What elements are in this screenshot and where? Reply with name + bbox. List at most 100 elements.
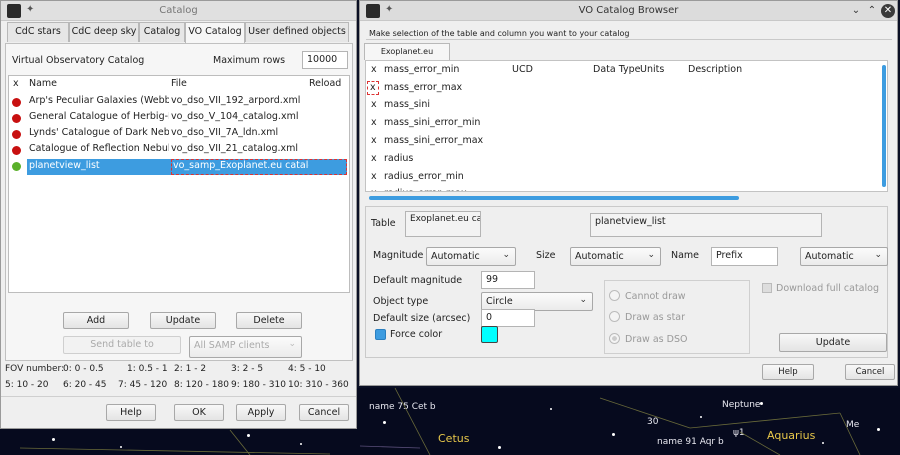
max-rows-input[interactable]: 10000	[302, 51, 348, 69]
tab-cdc-deep-sky[interactable]: CdC deep sky	[69, 22, 139, 42]
force-color-swatch[interactable]	[481, 326, 498, 343]
fov-cell: 8: 120 - 180	[174, 380, 229, 390]
minimize-icon[interactable]: ⌄	[849, 4, 863, 18]
fov-cell: 3: 2 - 5	[231, 364, 264, 374]
select-toggle[interactable]: x	[371, 188, 377, 191]
column-header-data-type[interactable]: Data Type	[593, 64, 641, 75]
table-name-field[interactable]: planetview_list	[590, 213, 822, 237]
catalog-file: vo_samp_Exoplanet.eu catalog.x	[173, 160, 309, 171]
download-full-checkbox[interactable]	[762, 283, 772, 293]
list-item[interactable]: General Catalogue of Herbig-Har vo_dso_V…	[9, 111, 349, 127]
list-header: x mass_error_min UCD Data Type Units Des…	[366, 64, 887, 80]
add-button[interactable]: Add	[63, 312, 129, 329]
object-type-label: Object type	[373, 296, 429, 307]
help-button[interactable]: Help	[106, 404, 156, 421]
help-button[interactable]: Help	[762, 364, 814, 380]
star	[822, 442, 824, 444]
default-size-input[interactable]: 0	[481, 309, 535, 327]
size-select[interactable]: Automatic ⌄	[570, 247, 661, 266]
maximize-icon[interactable]: ⌃	[865, 4, 879, 18]
delete-button[interactable]: Delete	[236, 312, 302, 329]
name-prefix-input[interactable]: Prefix	[711, 247, 778, 266]
column-header-reload[interactable]: Reload	[309, 78, 341, 89]
force-color-label: Force color	[390, 329, 443, 340]
column-name: mass_sini	[384, 99, 430, 110]
tab-vo-catalog[interactable]: VO Catalog	[185, 22, 245, 44]
download-full-label: Download full catalog	[776, 283, 879, 294]
column-header-ucd[interactable]: UCD	[512, 64, 533, 75]
divider	[366, 39, 892, 40]
status-red-icon[interactable]	[12, 130, 21, 139]
catalog-file: vo_dso_VII_7A_ldn.xml	[171, 127, 279, 138]
table-id-field[interactable]: Exoplanet.eu cata	[405, 211, 481, 237]
force-color-checkbox[interactable]	[375, 329, 386, 340]
table-row[interactable]: x radius_error_min	[366, 171, 887, 187]
column-header-units[interactable]: Units	[640, 64, 664, 75]
table-row[interactable]: x mass_error_max	[366, 81, 887, 97]
samp-clients-select[interactable]: All SAMP clients ⌄	[189, 336, 302, 358]
star	[700, 416, 702, 418]
list-item[interactable]: Catalogue of Reflection Nebulae vo_dso_V…	[9, 143, 349, 159]
catalog-file: vo_dso_VII_21_catalog.xml	[171, 143, 299, 154]
select-toggle[interactable]: x	[367, 81, 379, 95]
star	[612, 433, 615, 436]
catalog-name: Lynds' Catalogue of Dark Nebula	[29, 127, 169, 138]
column-header-x: x	[13, 78, 19, 89]
column-header-name[interactable]: mass_error_min	[384, 64, 459, 75]
status-red-icon[interactable]	[12, 114, 21, 123]
column-header-file[interactable]: File	[171, 78, 187, 89]
table-row[interactable]: x mass_sini_error_max	[366, 135, 887, 151]
column-header-name[interactable]: Name	[29, 78, 57, 89]
star	[550, 408, 552, 410]
magnitude-select[interactable]: Automatic ⌄	[426, 247, 516, 266]
name-mode-select[interactable]: Automatic ⌄	[800, 247, 888, 266]
vo-browser-window: ✦ VO Catalog Browser ⌄ ⌃ ✕ Make selectio…	[359, 0, 898, 386]
catalog-tabs: CdC stars CdC deep sky Catalog VO Catalo…	[5, 22, 355, 44]
catalog-titlebar[interactable]: ✦ Catalog	[1, 1, 356, 21]
fov-cell: 0: 0 - 0.5	[63, 364, 104, 374]
ok-button[interactable]: OK	[174, 404, 224, 421]
status-red-icon[interactable]	[12, 146, 21, 155]
status-green-icon[interactable]	[12, 162, 21, 171]
list-item[interactable]: Arp's Peculiar Galaxies (Webb 19 vo_dso_…	[9, 95, 349, 111]
cannot-draw-label: Cannot draw	[625, 291, 686, 302]
default-magnitude-input[interactable]: 99	[481, 271, 535, 289]
horizontal-scrollbar[interactable]	[369, 196, 739, 200]
table-row[interactable]: x radius	[366, 153, 887, 169]
select-toggle[interactable]: x	[371, 171, 377, 182]
tab-user-defined-objects[interactable]: User defined objects	[245, 22, 349, 42]
status-red-icon[interactable]	[12, 98, 21, 107]
tab-cdc-stars[interactable]: CdC stars	[7, 22, 69, 42]
select-toggle[interactable]: x	[371, 135, 377, 146]
select-toggle[interactable]: x	[371, 99, 377, 110]
table-row[interactable]: x mass_sini	[366, 99, 887, 115]
table-row[interactable]: x radius_error_max	[366, 188, 887, 191]
tab-catalog[interactable]: Catalog	[139, 22, 185, 42]
fov-cell: 1: 0.5 - 1	[127, 364, 168, 374]
draw-as-star-radio[interactable]	[609, 311, 620, 322]
object-type-value: Circle	[486, 296, 513, 307]
cannot-draw-radio[interactable]	[609, 290, 620, 301]
cancel-button[interactable]: Cancel	[845, 364, 895, 380]
send-table-button[interactable]: Send table to	[63, 336, 181, 354]
update-button[interactable]: Update	[150, 312, 216, 329]
vo-browser-titlebar[interactable]: ✦ VO Catalog Browser ⌄ ⌃ ✕	[360, 1, 897, 21]
cancel-button[interactable]: Cancel	[299, 404, 349, 421]
list-item-selected[interactable]: planetview_list vo_samp_Exoplanet.eu cat…	[9, 159, 349, 175]
table-row[interactable]: x mass_sini_error_min	[366, 117, 887, 133]
update-button[interactable]: Update	[779, 333, 887, 352]
column-header-description[interactable]: Description	[688, 64, 742, 75]
vertical-scrollbar[interactable]	[882, 65, 886, 187]
catalog-list: x Name File Reload Arp's Peculiar Galaxi…	[8, 75, 350, 293]
column-name: mass_error_max	[384, 82, 463, 93]
fov-cell: FOV number:	[5, 364, 65, 374]
draw-as-dso-radio[interactable]	[609, 333, 620, 344]
apply-button[interactable]: Apply	[236, 404, 286, 421]
magnitude-label: Magnitude	[373, 250, 424, 261]
close-icon[interactable]: ✕	[881, 4, 895, 18]
select-toggle[interactable]: x	[371, 153, 377, 164]
select-toggle[interactable]: x	[371, 117, 377, 128]
list-item[interactable]: Lynds' Catalogue of Dark Nebula vo_dso_V…	[9, 127, 349, 143]
tab-exoplanet-catalog[interactable]: Exoplanet.eu catalog	[364, 43, 450, 71]
star	[877, 428, 880, 431]
